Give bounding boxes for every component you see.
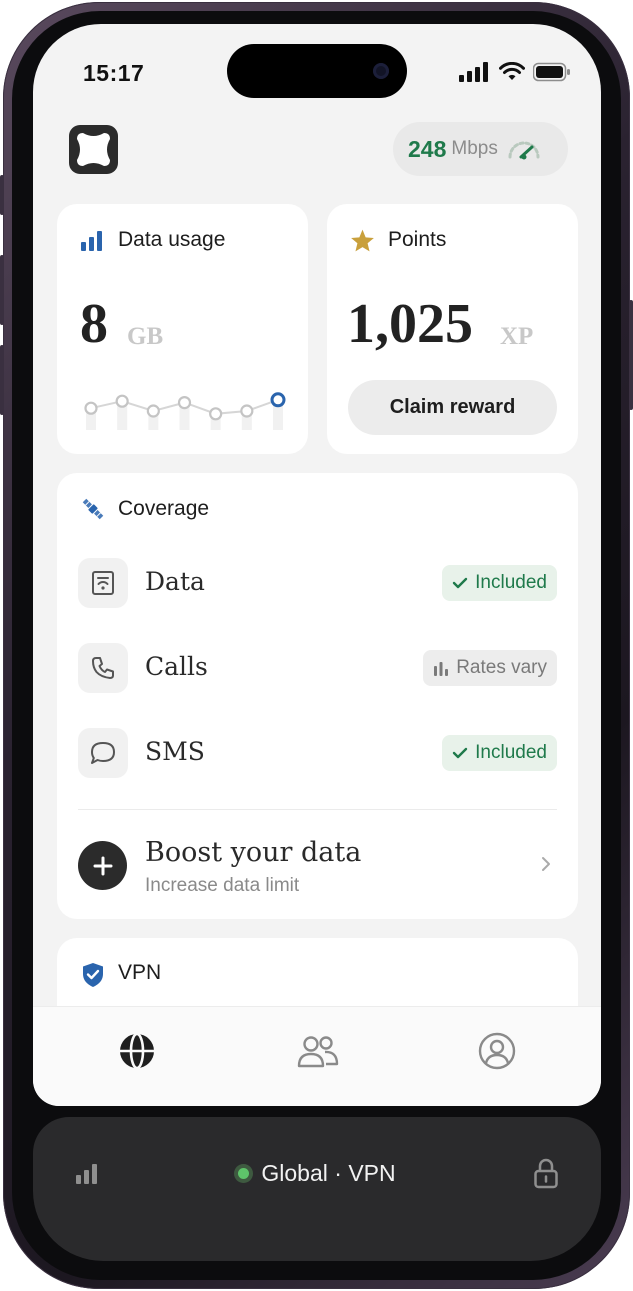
points-value: 1,025 <box>347 293 473 355</box>
mute-switch <box>0 175 4 215</box>
profile-icon <box>478 1032 516 1070</box>
power-button <box>629 300 633 410</box>
data-usage-title: Data usage <box>118 228 226 251</box>
sparkline-point <box>209 407 223 421</box>
coverage-label-sms: SMS <box>145 737 205 766</box>
coverage-label-calls: Calls <box>145 652 208 681</box>
data-usage-card[interactable]: Data usage 8 GB <box>57 204 308 454</box>
coverage-row-calls[interactable]: Calls Rates vary <box>78 643 557 693</box>
speed-unit: Mbps <box>451 138 498 159</box>
app-logo-icon[interactable] <box>69 125 118 174</box>
boost-subtitle: Increase data limit <box>145 875 300 896</box>
coverage-card: Coverage Data Included Calls Rates vary … <box>57 473 578 919</box>
sparkline-point <box>84 401 98 415</box>
satellite-icon <box>82 498 104 520</box>
check-icon <box>452 747 468 759</box>
tab-globe[interactable] <box>115 1029 159 1073</box>
divider <box>78 809 557 810</box>
coverage-label-data: Data <box>145 567 205 596</box>
sparkline-point-current <box>270 392 286 408</box>
coverage-title: Coverage <box>118 497 210 520</box>
points-unit: XP <box>500 323 534 350</box>
vpn-title: VPN <box>118 961 162 984</box>
status-badge-calls: Rates vary <box>423 650 557 686</box>
plus-icon <box>78 841 127 890</box>
coverage-row-data[interactable]: Data Included <box>78 558 557 608</box>
shield-check-icon <box>83 963 103 987</box>
speedometer-icon <box>508 141 540 160</box>
data-usage-sparkline <box>84 392 286 430</box>
speed-indicator[interactable]: 248 Mbps <box>393 122 568 176</box>
volume-up-button <box>0 255 4 325</box>
points-title: Points <box>388 228 447 251</box>
bars-icon <box>434 662 449 676</box>
vpn-bar-label-wrap: Global · VPN <box>33 1160 601 1187</box>
lock-icon[interactable] <box>533 1157 559 1189</box>
tab-people[interactable] <box>296 1029 340 1073</box>
badge-label: Included <box>475 742 547 763</box>
bar-chart-icon <box>81 231 102 251</box>
status-badge-sms: Included <box>442 735 557 771</box>
status-dot-icon <box>238 1168 250 1179</box>
volume-down-button <box>0 345 4 415</box>
badge-label: Rates vary <box>456 657 547 678</box>
phone-icon <box>78 643 128 693</box>
camera-icon <box>373 63 389 79</box>
sparkline-point <box>115 394 129 408</box>
tab-profile[interactable] <box>475 1029 519 1073</box>
data-usage-unit: GB <box>127 323 164 350</box>
status-badge-data: Included <box>442 565 557 601</box>
star-icon <box>351 229 374 252</box>
boost-data-row[interactable]: Boost your data Increase data limit <box>78 829 557 899</box>
cellular-signal-icon <box>459 62 488 82</box>
vpn-status-bar[interactable]: Global · VPN <box>33 1117 601 1261</box>
badge-label: Included <box>475 572 547 593</box>
status-bar: 15:17 <box>33 24 601 124</box>
globe-icon <box>120 1033 154 1069</box>
sparkline-point <box>177 396 192 410</box>
vpn-bar-label: Global · VPN <box>261 1160 396 1186</box>
sparkline-point <box>146 404 160 418</box>
sparkline-point <box>240 404 254 418</box>
bottom-nav <box>33 1006 601 1106</box>
claim-reward-button[interactable]: Claim reward <box>348 380 557 435</box>
status-time: 15:17 <box>83 60 145 86</box>
status-icons <box>459 62 571 82</box>
wifi-icon <box>499 62 525 80</box>
people-icon <box>297 1036 339 1068</box>
data-sim-icon <box>78 558 128 608</box>
points-card[interactable]: Points 1,025 XP Claim reward <box>327 204 578 454</box>
app-screen: 15:17 248 Mbps Data usage 8 GB Points 1,… <box>33 24 601 1106</box>
message-bubble-icon <box>78 728 128 778</box>
check-icon <box>452 577 468 589</box>
speed-value: 248 <box>408 135 447 162</box>
coverage-row-sms[interactable]: SMS Included <box>78 728 557 778</box>
boost-title: Boost your data <box>145 837 362 868</box>
data-usage-value: 8 <box>80 293 108 355</box>
battery-icon <box>533 62 570 82</box>
dynamic-island <box>227 44 407 98</box>
chevron-right-icon <box>542 857 550 871</box>
